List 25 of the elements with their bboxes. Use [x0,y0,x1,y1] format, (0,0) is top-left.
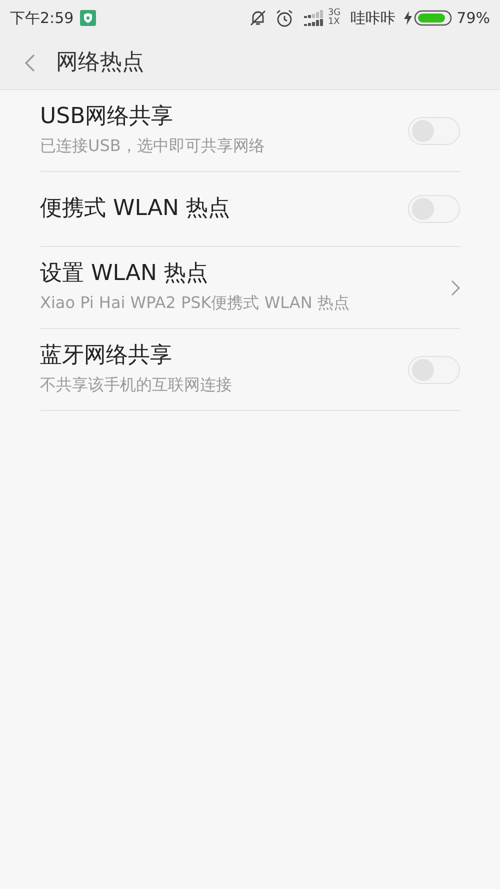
chevron-right-icon [451,280,460,296]
alarm-icon [274,8,294,28]
signal-icon [304,10,326,26]
network-type: 3G [328,9,341,18]
status-time: 下午2:59 [10,8,74,29]
settings-row[interactable]: 设置 WLAN 热点 Xiao Pi Hai WPA2 PSK便携式 WLAN 热点 [40,247,460,329]
network-type: 1X [328,18,341,27]
row-title: USB网络共享 [40,103,174,131]
back-chevron-icon [25,54,35,72]
muted-bell-icon [248,9,267,27]
battery-icon [414,10,452,26]
settings-row[interactable]: USB网络共享 已连接USB，选中即可共享网络 [40,90,460,172]
carrier-name: 哇咔咔 [350,8,396,29]
battery-percent: 79% [456,8,490,29]
shield-icon [80,10,96,26]
row-title: 便携式 WLAN 热点 [40,195,232,223]
page-title: 网络热点 [56,49,144,77]
row-title: 设置 WLAN 热点 [40,260,210,288]
row-title: 蓝牙网络共享 [40,342,173,370]
row-subtitle: 已连接USB，选中即可共享网络 [40,135,266,157]
settings-row[interactable]: 蓝牙网络共享 不共享该手机的互联网连接 [40,329,460,411]
row-subtitle: 不共享该手机的互联网连接 [40,374,233,396]
charging-bolt-icon [404,11,412,25]
row-subtitle: Xiao Pi Hai WPA2 PSK便携式 WLAN 热点 [40,292,350,314]
settings-row[interactable]: 便携式 WLAN 热点 [40,172,460,247]
